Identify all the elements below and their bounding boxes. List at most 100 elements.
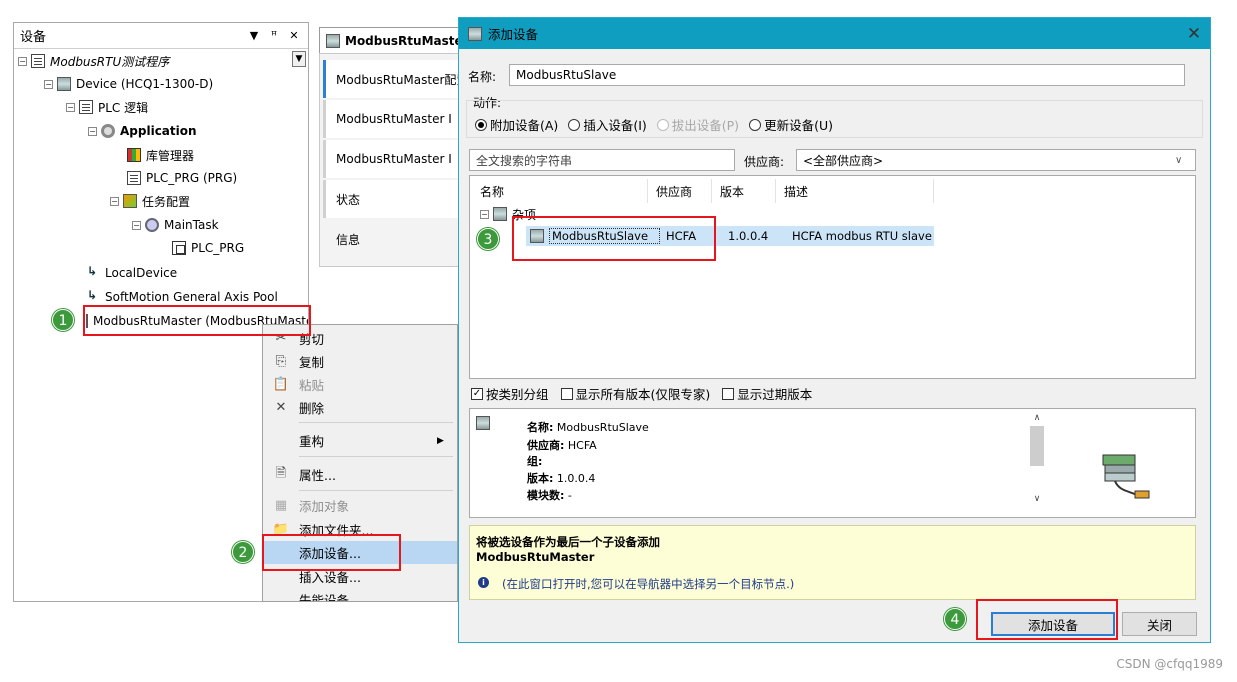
library-icon	[127, 148, 141, 162]
editor-nav-label: ModbusRtuMaster I	[336, 152, 452, 166]
column-header-version[interactable]: 版本	[712, 179, 776, 203]
menu-item-delete[interactable]: ✕ 删除	[263, 396, 457, 419]
collapse-icon[interactable]: −	[18, 56, 27, 66]
tree-item-label: Device (HCQ1-1300-D)	[76, 77, 214, 91]
menu-separator	[299, 456, 453, 457]
hint-panel: 将被选设备作为最后一个子设备添加 ModbusRtuMaster i (在此窗口…	[469, 525, 1196, 600]
collapse-icon[interactable]: −	[110, 196, 119, 206]
collapse-icon[interactable]: −	[44, 79, 53, 89]
menu-item-paste[interactable]: 📋 粘贴	[263, 373, 457, 396]
info-value: 1.0.0.4	[556, 472, 596, 485]
collapse-icon[interactable]: −	[88, 126, 97, 136]
menu-label: 失能设备	[299, 593, 350, 602]
info-scrollbar[interactable]: ∧ ∨	[1027, 413, 1047, 509]
device-icon	[468, 26, 482, 41]
plc-logic-icon	[79, 100, 93, 114]
column-header-name[interactable]: 名称	[472, 179, 648, 203]
action-radios: 附加设备(A) 插入设备(I) 拔出设备(P) 更新设备(U)	[475, 115, 843, 134]
tree-item-project[interactable]: − ModbusRTU测试程序	[18, 51, 169, 71]
step-badge-2: 2	[232, 541, 254, 563]
editor-nav-status[interactable]: 状态	[323, 180, 469, 218]
editor-nav-item[interactable]: ModbusRtuMaster I	[323, 140, 469, 178]
annotation-box-3	[512, 216, 716, 261]
folder-device-icon	[493, 207, 507, 221]
dialog-titlebar[interactable]: 添加设备 ✕	[459, 18, 1210, 49]
info-vendor: 供应商: HCFA	[527, 437, 597, 453]
tree-item-library-manager[interactable]: 库管理器	[127, 145, 194, 165]
info-name: 名称: ModbusRtuSlave	[527, 419, 649, 435]
add-object-icon: ▦	[274, 498, 288, 513]
tree-title: 设备	[20, 30, 47, 45]
menu-item-copy[interactable]: ⎘ 复制	[263, 350, 457, 373]
vendor-label: 供应商:	[744, 155, 785, 169]
close-icon[interactable]: ✕	[1178, 24, 1210, 44]
tree-item-plc-logic[interactable]: − PLC 逻辑	[66, 97, 148, 117]
tree-item-maintask[interactable]: − MainTask	[132, 215, 219, 235]
paste-icon: 📋	[272, 377, 290, 392]
tree-item-plc-prg-call[interactable]: PLC_PRG	[172, 238, 244, 258]
tree-item-device[interactable]: − Device (HCQ1-1300-D)	[44, 74, 213, 94]
scroll-thumb[interactable]	[1030, 426, 1044, 466]
dropdown-icon[interactable]: ▼	[246, 29, 262, 42]
program-icon	[127, 171, 141, 185]
tree-item-label: 库管理器	[146, 148, 195, 163]
chevron-down-icon[interactable]: ∨	[1027, 494, 1047, 504]
editor-nav-info[interactable]: 信息	[323, 220, 469, 258]
radio-insert-device[interactable]: 插入设备(I)	[568, 115, 647, 134]
menu-item-properties[interactable]: 🗎 属性...	[263, 463, 457, 486]
axis-pool-icon	[86, 288, 100, 304]
editor-nav-label: ModbusRtuMaster配置	[336, 72, 469, 87]
collapse-icon[interactable]: −	[480, 209, 489, 219]
application-icon	[101, 124, 115, 138]
menu-item-refactor[interactable]: 重构 ▶	[263, 429, 457, 452]
editor-nav-item[interactable]: ModbusRtuMaster I	[323, 100, 469, 138]
tree-item-label: PLC 逻辑	[98, 100, 149, 115]
editor-tab[interactable]: ModbusRtuMaster	[319, 27, 464, 53]
menu-item-add-object[interactable]: ▦ 添加对象	[263, 494, 457, 517]
tree-item-task-config[interactable]: − 任务配置	[110, 191, 190, 211]
checkbox-group-by-category[interactable]: ✓ 按类别分组	[471, 384, 549, 403]
checkbox-box: ✓	[471, 387, 483, 400]
tree-item-plc-prg[interactable]: PLC_PRG (PRG)	[127, 168, 237, 188]
info-value: -	[567, 489, 572, 502]
radio-plug-device[interactable]: 拔出设备(P)	[656, 115, 739, 134]
annotation-box-2	[262, 534, 401, 571]
device-icon	[476, 416, 490, 430]
tree-item-localdevice[interactable]: LocalDevice	[86, 263, 177, 283]
checkbox-show-outdated[interactable]: 显示过期版本	[722, 384, 812, 403]
delete-icon: ✕	[275, 400, 287, 415]
close-icon[interactable]: ✕	[286, 29, 302, 42]
search-input[interactable]: 全文搜索的字符串	[469, 149, 735, 171]
collapse-icon[interactable]: −	[132, 220, 141, 230]
checkbox-show-all-versions[interactable]: 显示所有版本(仅限专家)	[560, 384, 710, 403]
menu-label: 剪切	[299, 332, 325, 347]
device-icon	[326, 33, 340, 48]
close-button[interactable]: 关闭	[1122, 612, 1197, 636]
column-header-description[interactable]: 描述	[776, 179, 934, 203]
chevron-up-icon[interactable]: ∧	[1027, 413, 1047, 423]
column-header-vendor[interactable]: 供应商	[648, 179, 712, 203]
cell-description: HCFA modbus RTU slave	[792, 229, 932, 243]
pin-icon[interactable]: ꟸ	[266, 29, 282, 42]
tree-item-application[interactable]: − Application	[88, 121, 197, 141]
tree-item-axis-pool[interactable]: SoftMotion General Axis Pool	[86, 287, 278, 307]
editor-nav-config[interactable]: ModbusRtuMaster配置	[323, 60, 469, 98]
device-name-input[interactable]: ModbusRtuSlave	[509, 64, 1185, 86]
annotation-box-4	[976, 599, 1118, 640]
button-label: 关闭	[1146, 617, 1172, 633]
tree-item-label: LocalDevice	[105, 266, 178, 280]
task-icon	[145, 218, 159, 232]
radio-append-device[interactable]: 附加设备(A)	[475, 115, 558, 134]
vendor-select[interactable]: <全部供应商> ∨	[796, 149, 1196, 171]
checkbox-box	[560, 387, 573, 400]
radio-update-device[interactable]: 更新设备(U)	[749, 115, 833, 134]
task-config-icon	[123, 194, 137, 208]
tree-dropdown-button[interactable]: ▼	[292, 51, 306, 67]
info-icon: i	[478, 577, 489, 588]
menu-item-disable-device[interactable]: 失能设备	[263, 588, 457, 602]
watermark: CSDN @cfqq1989	[1116, 657, 1223, 671]
tree-item-label: SoftMotion General Axis Pool	[105, 290, 278, 304]
radio-indicator	[749, 118, 762, 131]
collapse-icon[interactable]: −	[66, 102, 75, 112]
project-icon	[31, 54, 45, 68]
